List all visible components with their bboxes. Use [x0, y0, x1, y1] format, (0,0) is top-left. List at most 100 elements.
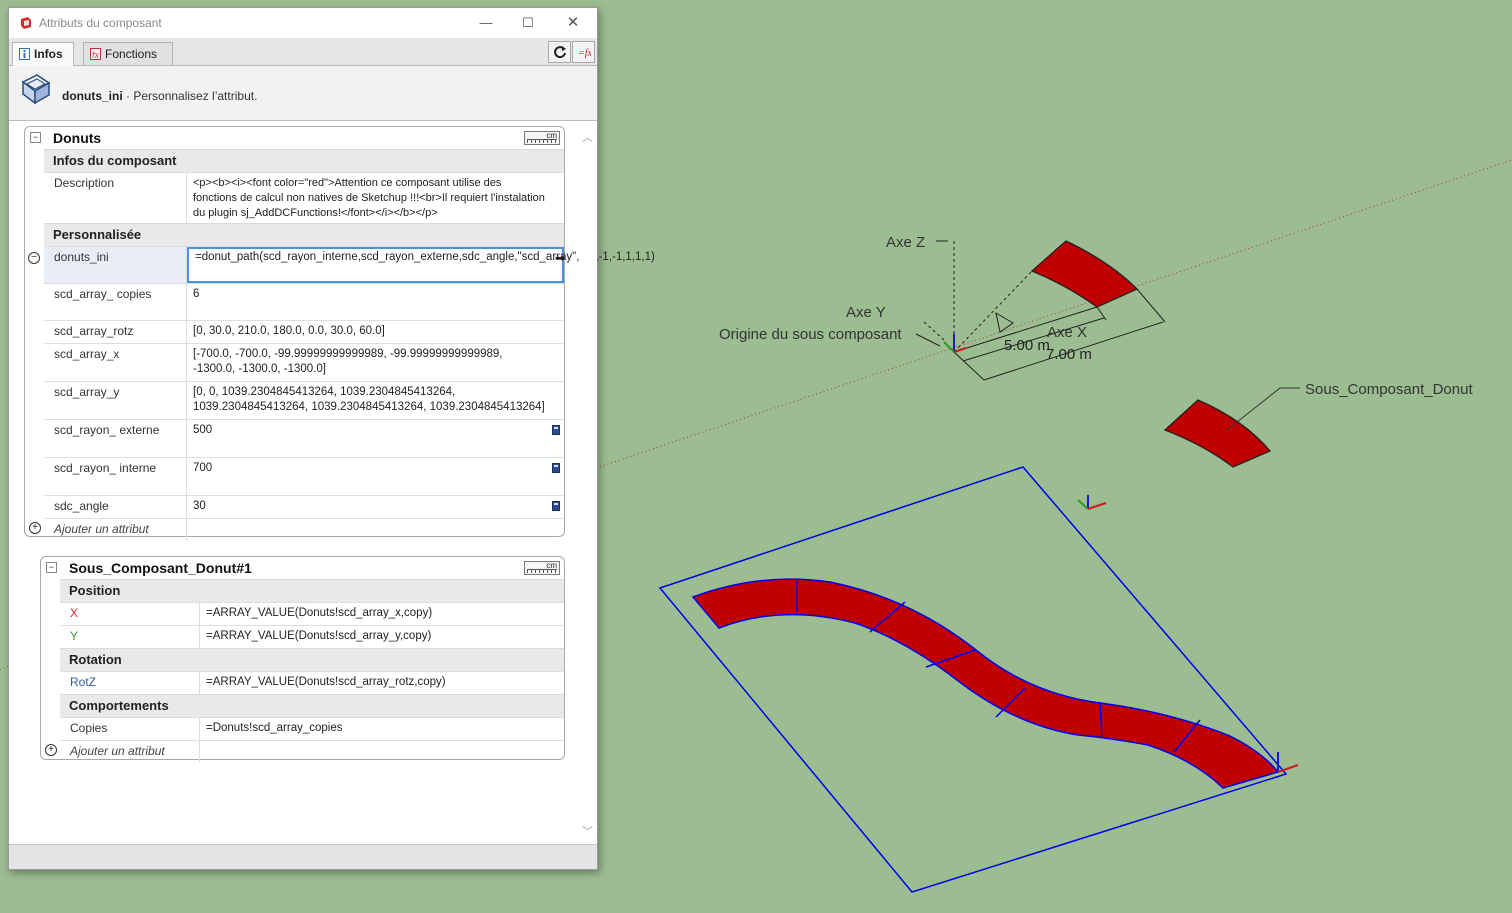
- formula-arrow-icon[interactable]: ➡: [555, 251, 565, 265]
- attr-key: scd_rayon_ externe: [44, 420, 187, 457]
- header-subtitle: Personnalisez l’attribut.: [133, 89, 258, 103]
- tab-infos[interactable]: Infos: [12, 42, 74, 66]
- tab-bar: Infos fx Fonctions =fx: [9, 38, 597, 66]
- attr-value-formula[interactable]: =donut_path(scd_rayon_interne,scd_rayon_…: [187, 247, 655, 283]
- section-position: Position: [60, 579, 564, 602]
- row-scd-array-x[interactable]: scd_array_x [-700.0, -700.0, -99.9999999…: [44, 343, 564, 381]
- status-bar: [9, 844, 597, 869]
- scroll-up-icon[interactable]: ︿: [582, 129, 593, 145]
- row-add-attribute[interactable]: + Ajouter un attribut: [45, 740, 564, 763]
- add-attribute-icon[interactable]: +: [45, 744, 57, 756]
- section-custom: Personnalisée: [44, 223, 564, 246]
- panel-sub-component: − Sous_Composant_Donut#1 cm Position X =…: [40, 556, 565, 763]
- toggle-formula-button[interactable]: =fx: [572, 41, 595, 63]
- attr-value[interactable]: [0, 30.0, 210.0, 180.0, 0.0, 30.0, 60.0]: [187, 321, 564, 343]
- window-title: Attributs du composant: [39, 16, 162, 30]
- formula-toggle-icon: =fx: [578, 48, 593, 59]
- sub-component-label: Sous_Composant_Donut: [1305, 381, 1473, 398]
- scroll-down-icon[interactable]: ﹀: [582, 823, 593, 839]
- row-x[interactable]: X =ARRAY_VALUE(Donuts!scd_array_x,copy): [60, 602, 564, 625]
- row-scd-array-y[interactable]: scd_array_y [0, 0, 1039.2304845413264, 1…: [44, 381, 564, 419]
- axis-y-label: Axe Y: [846, 304, 886, 321]
- component-header: donuts_ini · Personnalisez l’attribut.: [9, 66, 597, 121]
- ruler-icon: [527, 139, 557, 143]
- svg-text:fx: fx: [92, 50, 100, 60]
- origin-label: Origine du sous composant: [719, 326, 902, 343]
- panel-donuts-header: − Donuts cm: [25, 127, 564, 149]
- row-donuts-ini[interactable]: − donuts_ini =donut_path(scd_rayon_inter…: [28, 246, 655, 283]
- tab-fonctions[interactable]: fx Fonctions: [83, 42, 173, 65]
- row-scd-array-rotz[interactable]: scd_array_rotz [0, 30.0, 210.0, 180.0, 0…: [44, 320, 564, 343]
- attr-value[interactable]: 500: [187, 420, 564, 457]
- row-scd-array-copies[interactable]: scd_array_ copies 6: [44, 283, 564, 320]
- copies-label: Copies: [60, 718, 200, 740]
- function-icon: fx: [90, 48, 101, 60]
- row-rotz[interactable]: RotZ =ARRAY_VALUE(Donuts!scd_array_rotz,…: [60, 671, 564, 694]
- component-name: donuts_ini: [62, 89, 123, 103]
- add-attribute-label[interactable]: Ajouter un attribut: [44, 519, 187, 541]
- description-value[interactable]: <p><b><i><font color="red">Attention ce …: [187, 173, 564, 223]
- dimension-inner-label: 5.00 m: [1004, 337, 1050, 354]
- attr-key: scd_array_rotz: [44, 321, 187, 343]
- add-attribute-icon[interactable]: +: [29, 522, 41, 534]
- attr-key: donuts_ini: [44, 247, 187, 283]
- rotz-label: RotZ: [60, 672, 200, 694]
- row-y[interactable]: Y =ARRAY_VALUE(Donuts!scd_array_y,copy): [60, 625, 564, 648]
- attr-key: scd_rayon_ interne: [44, 458, 187, 495]
- section-rotation: Rotation: [60, 648, 564, 671]
- attr-value[interactable]: 30: [187, 496, 564, 518]
- units-toggle-button[interactable]: cm: [524, 131, 560, 145]
- minimize-button[interactable]: —: [475, 12, 497, 34]
- row-add-attribute[interactable]: + Ajouter un attribut: [29, 518, 564, 541]
- row-sdc-angle[interactable]: sdc_angle 30: [44, 495, 564, 518]
- axis-x-label: Axe X: [1047, 324, 1087, 341]
- refresh-button[interactable]: [548, 41, 571, 63]
- y-value[interactable]: =ARRAY_VALUE(Donuts!scd_array_y,copy): [200, 626, 564, 648]
- collapse-formula-icon[interactable]: −: [28, 252, 40, 264]
- attr-key: sdc_angle: [44, 496, 187, 518]
- row-description: Description <p><b><i><font color="red">A…: [44, 172, 564, 223]
- maximize-button[interactable]: ☐: [517, 12, 539, 34]
- svg-text:=fx: =fx: [578, 48, 591, 59]
- units-toggle-button[interactable]: cm: [524, 561, 560, 575]
- vertical-scrollbar[interactable]: ︿ ﹀: [579, 121, 597, 845]
- add-attribute-label[interactable]: Ajouter un attribut: [60, 741, 200, 763]
- attr-key: scd_array_x: [44, 344, 187, 381]
- info-icon: [19, 48, 30, 60]
- title-bar[interactable]: Attributs du composant — ☐ ✕: [9, 8, 597, 38]
- close-button[interactable]: ✕: [562, 12, 584, 34]
- calculator-icon[interactable]: [552, 425, 560, 435]
- sketchup-logo-icon: [21, 17, 31, 29]
- row-scd-rayon-externe[interactable]: scd_rayon_ externe 500: [44, 419, 564, 457]
- rotz-value[interactable]: =ARRAY_VALUE(Donuts!scd_array_rotz,copy): [200, 672, 564, 694]
- x-label: X: [60, 603, 200, 625]
- description-label: Description: [44, 173, 187, 223]
- component-cube-icon: [21, 74, 51, 105]
- collapse-donuts-button[interactable]: −: [30, 132, 41, 143]
- ruler-icon: [527, 569, 557, 573]
- tab-infos-label: Infos: [34, 47, 63, 61]
- x-value[interactable]: =ARRAY_VALUE(Donuts!scd_array_x,copy): [200, 603, 564, 625]
- attr-value[interactable]: 6: [187, 284, 564, 320]
- attr-value[interactable]: 700: [187, 458, 564, 495]
- dimension-outer-label: 7.00 m: [1046, 346, 1092, 363]
- copies-value[interactable]: =Donuts!scd_array_copies: [200, 718, 564, 740]
- calculator-icon[interactable]: [552, 463, 560, 473]
- component-attributes-dialog: Attributs du composant — ☐ ✕ Infos fx Fo…: [8, 7, 655, 870]
- attr-value[interactable]: [-700.0, -700.0, -99.99999999999989, -99…: [187, 344, 564, 381]
- calculator-icon[interactable]: [552, 501, 560, 511]
- donuts-attribute-grid: Infos du composant Description <p><b><i>…: [28, 149, 655, 541]
- sub-attribute-grid: Position X =ARRAY_VALUE(Donuts!scd_array…: [45, 579, 564, 763]
- panel-sub-header: − Sous_Composant_Donut#1 cm: [41, 557, 564, 579]
- attributes-content[interactable]: − Donuts cm Infos du composant Descripti…: [9, 121, 655, 846]
- panel-sub-title: Sous_Composant_Donut#1: [69, 560, 252, 576]
- section-behaviors: Comportements: [60, 694, 564, 717]
- axis-z-label: Axe Z: [886, 234, 925, 251]
- header-text: donuts_ini · Personnalisez l’attribut.: [62, 89, 257, 103]
- attr-key: scd_array_ copies: [44, 284, 187, 320]
- row-copies[interactable]: Copies =Donuts!scd_array_copies: [60, 717, 564, 740]
- tab-fonctions-label: Fonctions: [105, 47, 158, 61]
- attr-value[interactable]: [0, 0, 1039.2304845413264, 1039.23048454…: [187, 382, 564, 419]
- row-scd-rayon-interne[interactable]: scd_rayon_ interne 700: [44, 457, 564, 495]
- collapse-sub-button[interactable]: −: [46, 562, 57, 573]
